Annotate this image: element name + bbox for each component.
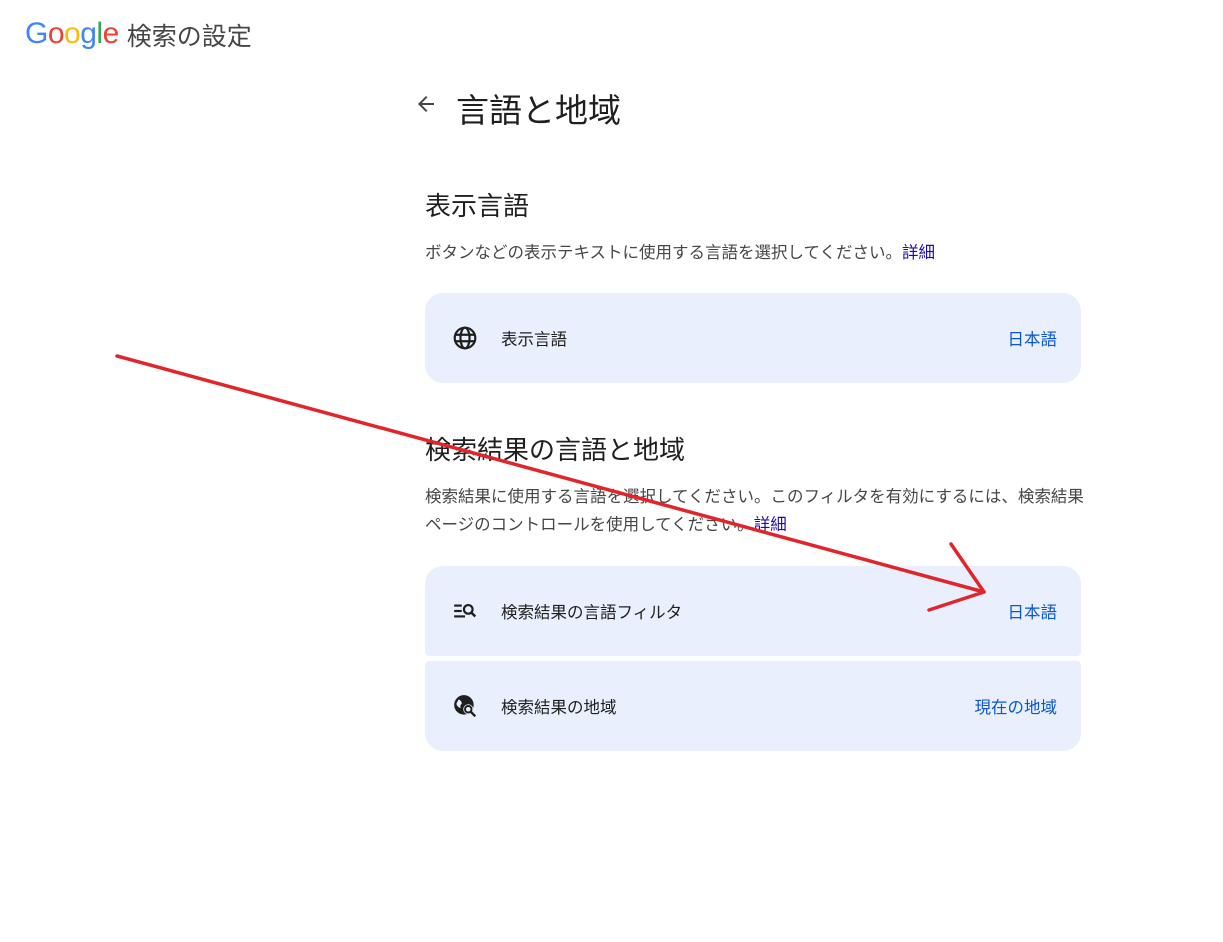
logo-letter: o [47, 17, 65, 50]
page-title: 言語と地域 [456, 91, 621, 130]
globe-search-icon [451, 692, 479, 720]
search-region-row[interactable]: 検索結果の地域 現在の地域 [425, 661, 1081, 751]
page-heading: 検索の設定 [126, 22, 252, 51]
logo-letter: G [25, 17, 48, 50]
row-value: 日本語 [1007, 330, 1058, 349]
search-results-heading: 検索結果の言語と地域 [425, 436, 686, 466]
search-filter-icon [451, 597, 479, 625]
top-bar: Google 検索の設定 [25, 14, 252, 54]
annotation-arrow [115, 354, 986, 612]
display-language-description: ボタンなどの表示テキストに使用する言語を選択してください。詳細 [425, 239, 1085, 267]
arrow-left-icon [418, 96, 434, 112]
logo-letter: e [102, 17, 120, 50]
back-button[interactable] [410, 88, 442, 120]
row-value: 現在の地域 [974, 698, 1058, 717]
display-language-row[interactable]: 表示言語 日本語 [425, 293, 1081, 383]
row-label: 検索結果の地域 [501, 698, 617, 717]
display-language-heading: 表示言語 [425, 192, 530, 222]
details-link[interactable]: 詳細 [754, 515, 787, 534]
search-language-filter-row[interactable]: 検索結果の言語フィルタ 日本語 [425, 566, 1081, 656]
row-label: 表示言語 [501, 330, 567, 349]
search-results-description: 検索結果に使用する言語を選択してください。このフィルタを有効にするには、検索結果… [425, 483, 1085, 539]
row-value: 日本語 [1007, 603, 1058, 622]
details-link[interactable]: 詳細 [902, 243, 935, 262]
globe-icon [451, 324, 479, 352]
description-text: ボタンなどの表示テキストに使用する言語を選択してください。 [425, 243, 903, 262]
row-label: 検索結果の言語フィルタ [501, 603, 683, 622]
google-logo[interactable]: Google [25, 17, 119, 51]
logo-letter: g [80, 17, 97, 50]
logo-letter: o [64, 17, 81, 50]
